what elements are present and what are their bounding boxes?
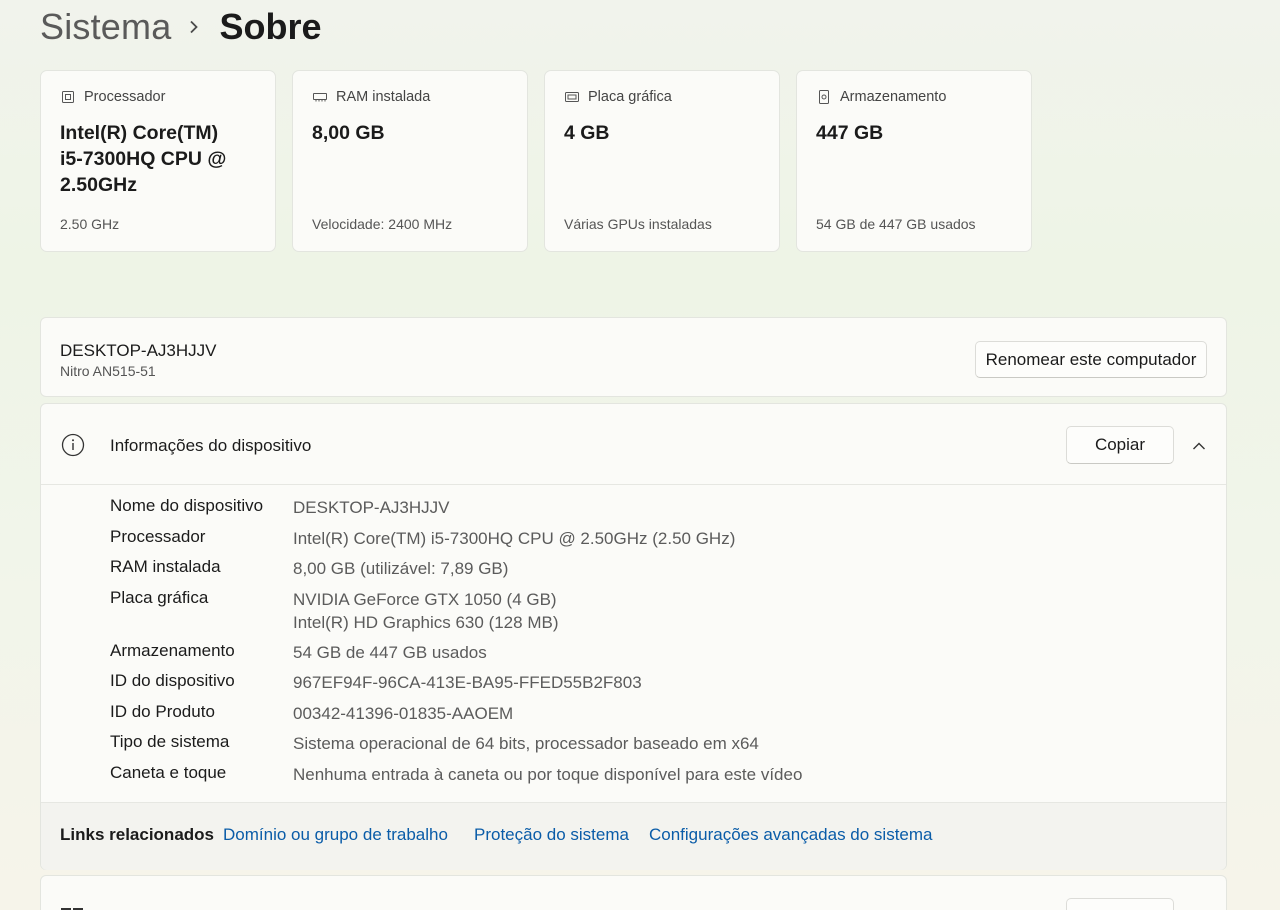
- spec-label: ID do dispositivo: [110, 671, 235, 690]
- spec-value-line: Intel(R) HD Graphics 630 (128 MB): [293, 612, 559, 632]
- rename-computer-button[interactable]: Renomear este computador: [975, 341, 1207, 378]
- breadcrumb: Sistema Sobre: [40, 4, 321, 50]
- card-value: 8,00 GB: [312, 122, 385, 144]
- copy-button[interactable]: Copiar: [1066, 426, 1174, 464]
- device-model: Nitro AN515-51: [60, 363, 156, 379]
- page-title: Sobre: [219, 6, 322, 47]
- spec-value: 967EF94F-96CA-413E-BA95-FFED55B2F803: [293, 673, 642, 692]
- card-subtext: 54 GB de 447 GB usados: [816, 216, 976, 232]
- spec-value: 8,00 GB (utilizável: 7,89 GB): [293, 559, 509, 578]
- card-subtext: Várias GPUs instaladas: [564, 216, 712, 232]
- card-value: 4 GB: [564, 122, 610, 144]
- device-info-title: Informações do dispositivo: [110, 436, 312, 455]
- card-title: Armazenamento: [840, 89, 947, 105]
- spec-value: Intel(R) Core(TM) i5-7300HQ CPU @ 2.50GH…: [293, 528, 736, 548]
- ram-icon: [312, 89, 328, 105]
- card-gpu: Placa gráfica 4 GB Várias GPUs instalada…: [544, 70, 780, 252]
- spec-label: Caneta e toque: [110, 762, 227, 782]
- windows-icon: [61, 903, 85, 910]
- card-ram: RAM instalada 8,00 GB Velocidade: 2400 M…: [292, 70, 528, 252]
- card-value: 447 GB: [816, 122, 884, 144]
- spec-label: Placa gráfica: [110, 587, 209, 607]
- card-title: Processador: [84, 89, 166, 105]
- spec-value-line: NVIDIA GeForce GTX 1050 (4 GB): [293, 589, 557, 609]
- card-title: RAM instalada: [336, 89, 431, 105]
- device-info-panel: Informações do dispositivo Copiar Nome d…: [40, 403, 1227, 870]
- card-processor: Processador Intel(R) Core(TM) i5-7300HQ …: [40, 70, 276, 252]
- link-domain-workgroup[interactable]: Domínio ou grupo de trabalho: [223, 825, 448, 845]
- processor-icon: [60, 89, 76, 105]
- spec-value: NVIDIA GeForce GTX 1050 (4 GB) Intel(R) …: [293, 588, 558, 634]
- chevron-right-icon: [189, 20, 199, 34]
- spec-value: 54 GB de 447 GB usados: [293, 642, 487, 662]
- device-name-panel: DESKTOP-AJ3HJJV Nitro AN515-51 Renomear …: [40, 317, 1227, 397]
- spec-value: DESKTOP-AJ3HJJV: [293, 498, 450, 517]
- device-name: DESKTOP-AJ3HJJV: [60, 341, 217, 360]
- spec-label: ID do Produto: [110, 701, 215, 721]
- related-links-label: Links relacionados: [60, 825, 214, 844]
- copy-button-windows[interactable]: [1066, 898, 1174, 910]
- spec-label: Nome do dispositivo: [110, 496, 264, 515]
- spec-value: Nenhuma entrada à caneta ou por toque di…: [293, 764, 803, 784]
- spec-label: Processador: [110, 526, 206, 546]
- card-subtext: Velocidade: 2400 MHz: [312, 216, 453, 232]
- card-title: Placa gráfica: [588, 89, 672, 105]
- spec-label: Armazenamento: [110, 640, 235, 660]
- link-advanced-system-settings[interactable]: Configurações avançadas do sistema: [649, 825, 933, 845]
- spec-label: RAM instalada: [110, 557, 221, 576]
- gpu-icon: [564, 89, 580, 105]
- chevron-up-icon[interactable]: [1192, 438, 1206, 450]
- info-icon: [61, 433, 85, 457]
- card-value: Intel(R) Core(TM) i5-7300HQ CPU @ 2.50GH…: [60, 122, 227, 196]
- spec-label: Tipo de sistema: [110, 732, 230, 751]
- spec-value: Sistema operacional de 64 bits, processa…: [293, 734, 759, 753]
- windows-spec-panel: [40, 875, 1227, 910]
- device-info-header[interactable]: Informações do dispositivo Copiar: [41, 404, 1226, 485]
- spec-cards: Processador Intel(R) Core(TM) i5-7300HQ …: [40, 70, 1032, 252]
- storage-icon: [816, 89, 832, 105]
- link-system-protection[interactable]: Proteção do sistema: [474, 825, 629, 845]
- card-storage: Armazenamento 447 GB 54 GB de 447 GB usa…: [796, 70, 1032, 252]
- breadcrumb-parent-sistema[interactable]: Sistema: [40, 6, 171, 48]
- spec-value: 00342-41396-01835-AAOEM: [293, 703, 514, 723]
- card-subtext: 2.50 GHz: [60, 216, 120, 232]
- related-links-bar: Links relacionados Domínio ou grupo de t…: [41, 802, 1226, 870]
